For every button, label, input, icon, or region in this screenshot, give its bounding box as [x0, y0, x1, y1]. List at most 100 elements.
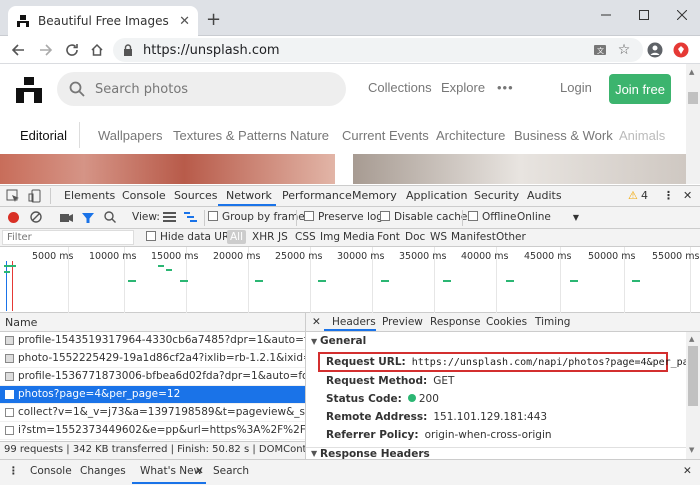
disable-cache-checkbox[interactable]: Disable cache [380, 211, 467, 223]
large-rows-icon[interactable] [163, 212, 176, 223]
group-by-frame-checkbox[interactable]: Group by frame [208, 211, 305, 223]
request-row[interactable]: profile-1543519317964-4330cb6a7485?dpr=1… [0, 332, 305, 350]
type-filter-media[interactable]: Media [343, 231, 375, 243]
response-headers-section[interactable]: ▼ Response Headers [306, 447, 687, 460]
maximize-icon[interactable] [624, 0, 664, 30]
request-row[interactable]: profile-1536771873006-bfbea6d02fda?dpr=1… [0, 368, 305, 386]
photo-thumbnail[interactable] [0, 154, 335, 184]
request-row[interactable]: i?stm=1552373449602&e=pp&url=https%3A%2F… [0, 422, 305, 440]
type-filter-img[interactable]: Img [320, 231, 340, 243]
tab-response[interactable]: Response [430, 316, 480, 328]
expand-triangle-icon[interactable]: ▼ [311, 337, 317, 346]
minimize-icon[interactable] [586, 0, 626, 30]
search-icon[interactable] [104, 211, 116, 223]
category-wallpapers[interactable]: Wallpapers [98, 128, 163, 143]
category-animals[interactable]: Animals [619, 128, 665, 143]
throttling-select[interactable]: Online ▼ [517, 211, 579, 223]
login-link[interactable]: Login [560, 80, 592, 95]
omnibox[interactable]: https://unsplash.com [113, 38, 643, 62]
tab-audits[interactable]: Audits [527, 189, 562, 202]
filter-input[interactable] [2, 230, 134, 245]
category-editorial[interactable]: Editorial [20, 128, 67, 143]
unsplash-logo-icon[interactable] [16, 77, 42, 103]
tab-network[interactable]: Network [226, 189, 272, 202]
kebab-menu-icon[interactable]: ⋮ [663, 189, 674, 202]
translate-icon[interactable]: 文 [590, 40, 610, 60]
drawer-tab-search[interactable]: Search [213, 465, 249, 477]
reload-icon[interactable] [62, 40, 82, 60]
type-filter-js[interactable]: JS [278, 231, 288, 243]
category-nature[interactable]: Nature [290, 128, 329, 143]
new-tab-icon[interactable]: + [206, 9, 221, 30]
inspect-element-icon[interactable] [6, 189, 20, 203]
tab-memory[interactable]: Memory [352, 189, 397, 202]
browser-tab-bar: Beautiful Free Images & Pictur ✕ + [0, 0, 700, 36]
category-business-work[interactable]: Business & Work [514, 128, 613, 143]
request-row[interactable]: photo-1552225429-19a1d86cf2a4?ixlib=rb-1… [0, 350, 305, 368]
photo-thumbnail[interactable] [353, 154, 686, 184]
tab-application[interactable]: Application [406, 189, 467, 202]
extension-icon[interactable] [671, 40, 691, 60]
type-filter-manifest[interactable]: Manifest [451, 231, 496, 243]
bookmark-star-icon[interactable]: ☆ [614, 40, 634, 60]
screenshot-camera-icon[interactable] [60, 212, 73, 223]
request-row-selected[interactable]: photos?page=4&per_page=12 [0, 386, 305, 404]
close-drawer-icon[interactable]: ✕ [683, 465, 692, 477]
category-current-events[interactable]: Current Events [342, 128, 429, 143]
type-filter-css[interactable]: CSS [295, 231, 316, 243]
explore-link[interactable]: Explore [441, 80, 485, 95]
name-column-header[interactable]: Name [0, 313, 305, 332]
warning-icon[interactable]: ⚠ [628, 189, 638, 202]
offline-checkbox[interactable]: Offline [468, 211, 516, 223]
home-icon[interactable] [87, 40, 107, 60]
general-section-title[interactable]: General [320, 335, 366, 347]
back-icon[interactable] [8, 40, 28, 60]
type-filter-ws[interactable]: WS [430, 231, 447, 243]
close-tab-icon[interactable]: ✕ [179, 14, 190, 29]
type-filter-other[interactable]: Other [496, 231, 526, 243]
type-filter-doc[interactable]: Doc [405, 231, 425, 243]
network-overview-timeline[interactable]: 5000 ms 10000 ms 15000 ms 20000 ms 25000… [0, 247, 700, 313]
drawer-menu-icon[interactable]: ⋮ [8, 465, 19, 477]
tab-security[interactable]: Security [474, 189, 519, 202]
drawer-tab-console[interactable]: Console [30, 465, 72, 477]
request-name: photo-1552225429-19a1d86cf2a4?ixlib=rb-1… [18, 352, 305, 364]
drawer-tab-changes[interactable]: Changes [80, 465, 126, 477]
group-by-frame-label: Group by frame [222, 211, 305, 223]
type-filter-all[interactable]: All [227, 230, 247, 244]
request-row[interactable]: collect?v=1&_v=j73&a=1397198589&t=pagevi… [0, 404, 305, 422]
drawer-tab-whats-new[interactable]: What's New [140, 465, 202, 477]
more-menu-icon[interactable]: ••• [497, 80, 514, 95]
details-scrollbar[interactable]: ▲ ▼ [686, 332, 700, 459]
device-toolbar-icon[interactable] [28, 189, 42, 203]
forward-icon[interactable] [36, 40, 56, 60]
search-box[interactable] [57, 72, 346, 106]
close-window-icon[interactable] [662, 0, 700, 30]
join-free-button[interactable]: Join free [609, 74, 671, 104]
tab-console[interactable]: Console [122, 189, 166, 202]
clear-icon[interactable] [30, 211, 42, 223]
category-architecture[interactable]: Architecture [436, 128, 505, 143]
tab-elements[interactable]: Elements [64, 189, 115, 202]
type-filter-font[interactable]: Font [377, 231, 400, 243]
tab-sources[interactable]: Sources [174, 189, 218, 202]
tab-headers[interactable]: Headers [332, 316, 376, 328]
type-filter-xhr[interactable]: XHR [252, 231, 274, 243]
tab-timing[interactable]: Timing [535, 316, 570, 328]
tab-performance[interactable]: Performance [282, 189, 352, 202]
tab-preview[interactable]: Preview [382, 316, 423, 328]
category-textures[interactable]: Textures & Patterns [173, 128, 286, 143]
tab-cookies[interactable]: Cookies [486, 316, 527, 328]
profile-avatar-icon[interactable] [645, 40, 665, 60]
record-icon[interactable] [8, 212, 19, 223]
close-drawer-tab-icon[interactable]: ✕ [195, 465, 204, 477]
close-details-icon[interactable]: ✕ [312, 316, 321, 328]
waterfall-overview-icon[interactable] [184, 212, 197, 223]
search-input[interactable] [95, 81, 315, 97]
browser-tab[interactable]: Beautiful Free Images & Pictur ✕ [8, 6, 198, 36]
collections-link[interactable]: Collections [368, 80, 432, 95]
filter-funnel-icon[interactable] [82, 212, 94, 224]
preserve-log-checkbox[interactable]: Preserve log [304, 211, 383, 223]
close-devtools-icon[interactable]: ✕ [683, 189, 692, 202]
page-scrollbar[interactable]: ▲ [686, 64, 700, 184]
